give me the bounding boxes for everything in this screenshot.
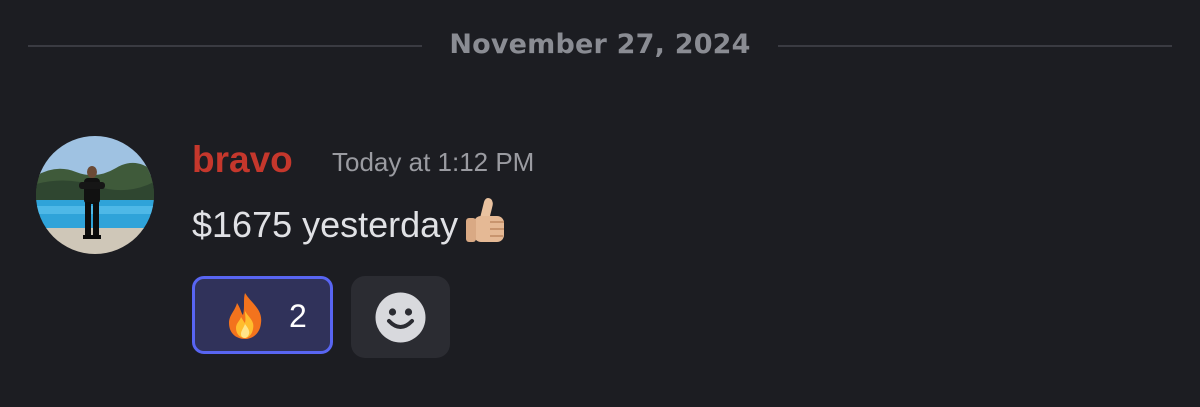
- message-author[interactable]: bravo: [192, 136, 293, 184]
- reaction-count: 2: [289, 298, 307, 334]
- message-content: $1675 yesterday: [192, 198, 514, 252]
- smiley-icon: [375, 292, 426, 343]
- divider-date: November 27, 2024: [449, 29, 751, 60]
- message-text: $1675 yesterday: [192, 204, 459, 245]
- add-reaction-button[interactable]: [351, 276, 450, 358]
- avatar[interactable]: [36, 136, 154, 254]
- reaction-fire[interactable]: 2: [192, 276, 333, 354]
- divider-line-right: [778, 45, 1172, 47]
- message-timestamp: Today at 1:12 PM: [332, 147, 535, 177]
- date-divider: November 27, 2024: [0, 26, 1200, 66]
- thumbs-up-icon: [460, 194, 514, 248]
- divider-line-left: [28, 45, 422, 47]
- fire-icon: [221, 291, 269, 341]
- chat-window: November 27, 2024 bravo Today at 1:12 PM…: [0, 0, 1200, 407]
